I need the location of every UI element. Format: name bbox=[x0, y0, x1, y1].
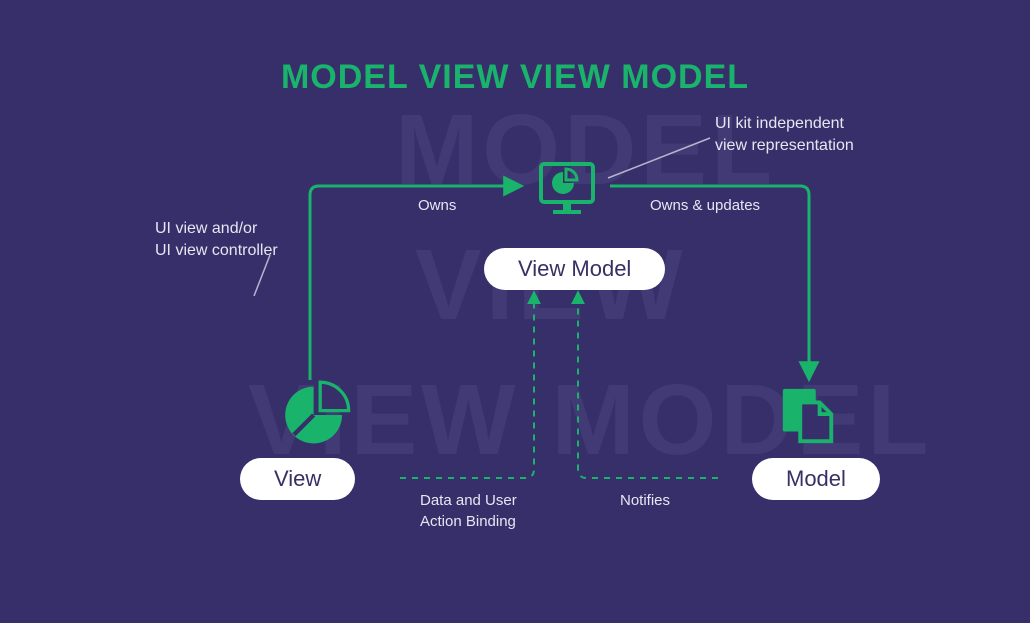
edge-owns-updates: Owns & updates bbox=[650, 195, 760, 216]
edge-notifies: Notifies bbox=[620, 490, 670, 511]
monitor-chart-icon bbox=[535, 158, 599, 222]
desc-view: UI view and/or UI view controller bbox=[155, 218, 278, 263]
node-model: Model bbox=[752, 458, 880, 500]
documents-icon bbox=[777, 385, 839, 447]
desc-viewmodel: UI kit independent view representation bbox=[715, 113, 854, 158]
node-viewmodel: View Model bbox=[484, 248, 665, 290]
node-view-label: View bbox=[274, 466, 321, 491]
node-model-label: Model bbox=[786, 466, 846, 491]
node-view: View bbox=[240, 458, 355, 500]
mvvm-diagram: MODEL VIEW VIEW MODEL MODEL VIEW VIEW MO… bbox=[0, 0, 1030, 623]
edge-binding: Data and User Action Binding bbox=[420, 490, 517, 532]
edge-owns: Owns bbox=[418, 195, 456, 216]
pie-chart-icon bbox=[283, 380, 353, 450]
node-viewmodel-label: View Model bbox=[518, 256, 631, 281]
diagram-title: MODEL VIEW VIEW MODEL bbox=[0, 58, 1030, 97]
